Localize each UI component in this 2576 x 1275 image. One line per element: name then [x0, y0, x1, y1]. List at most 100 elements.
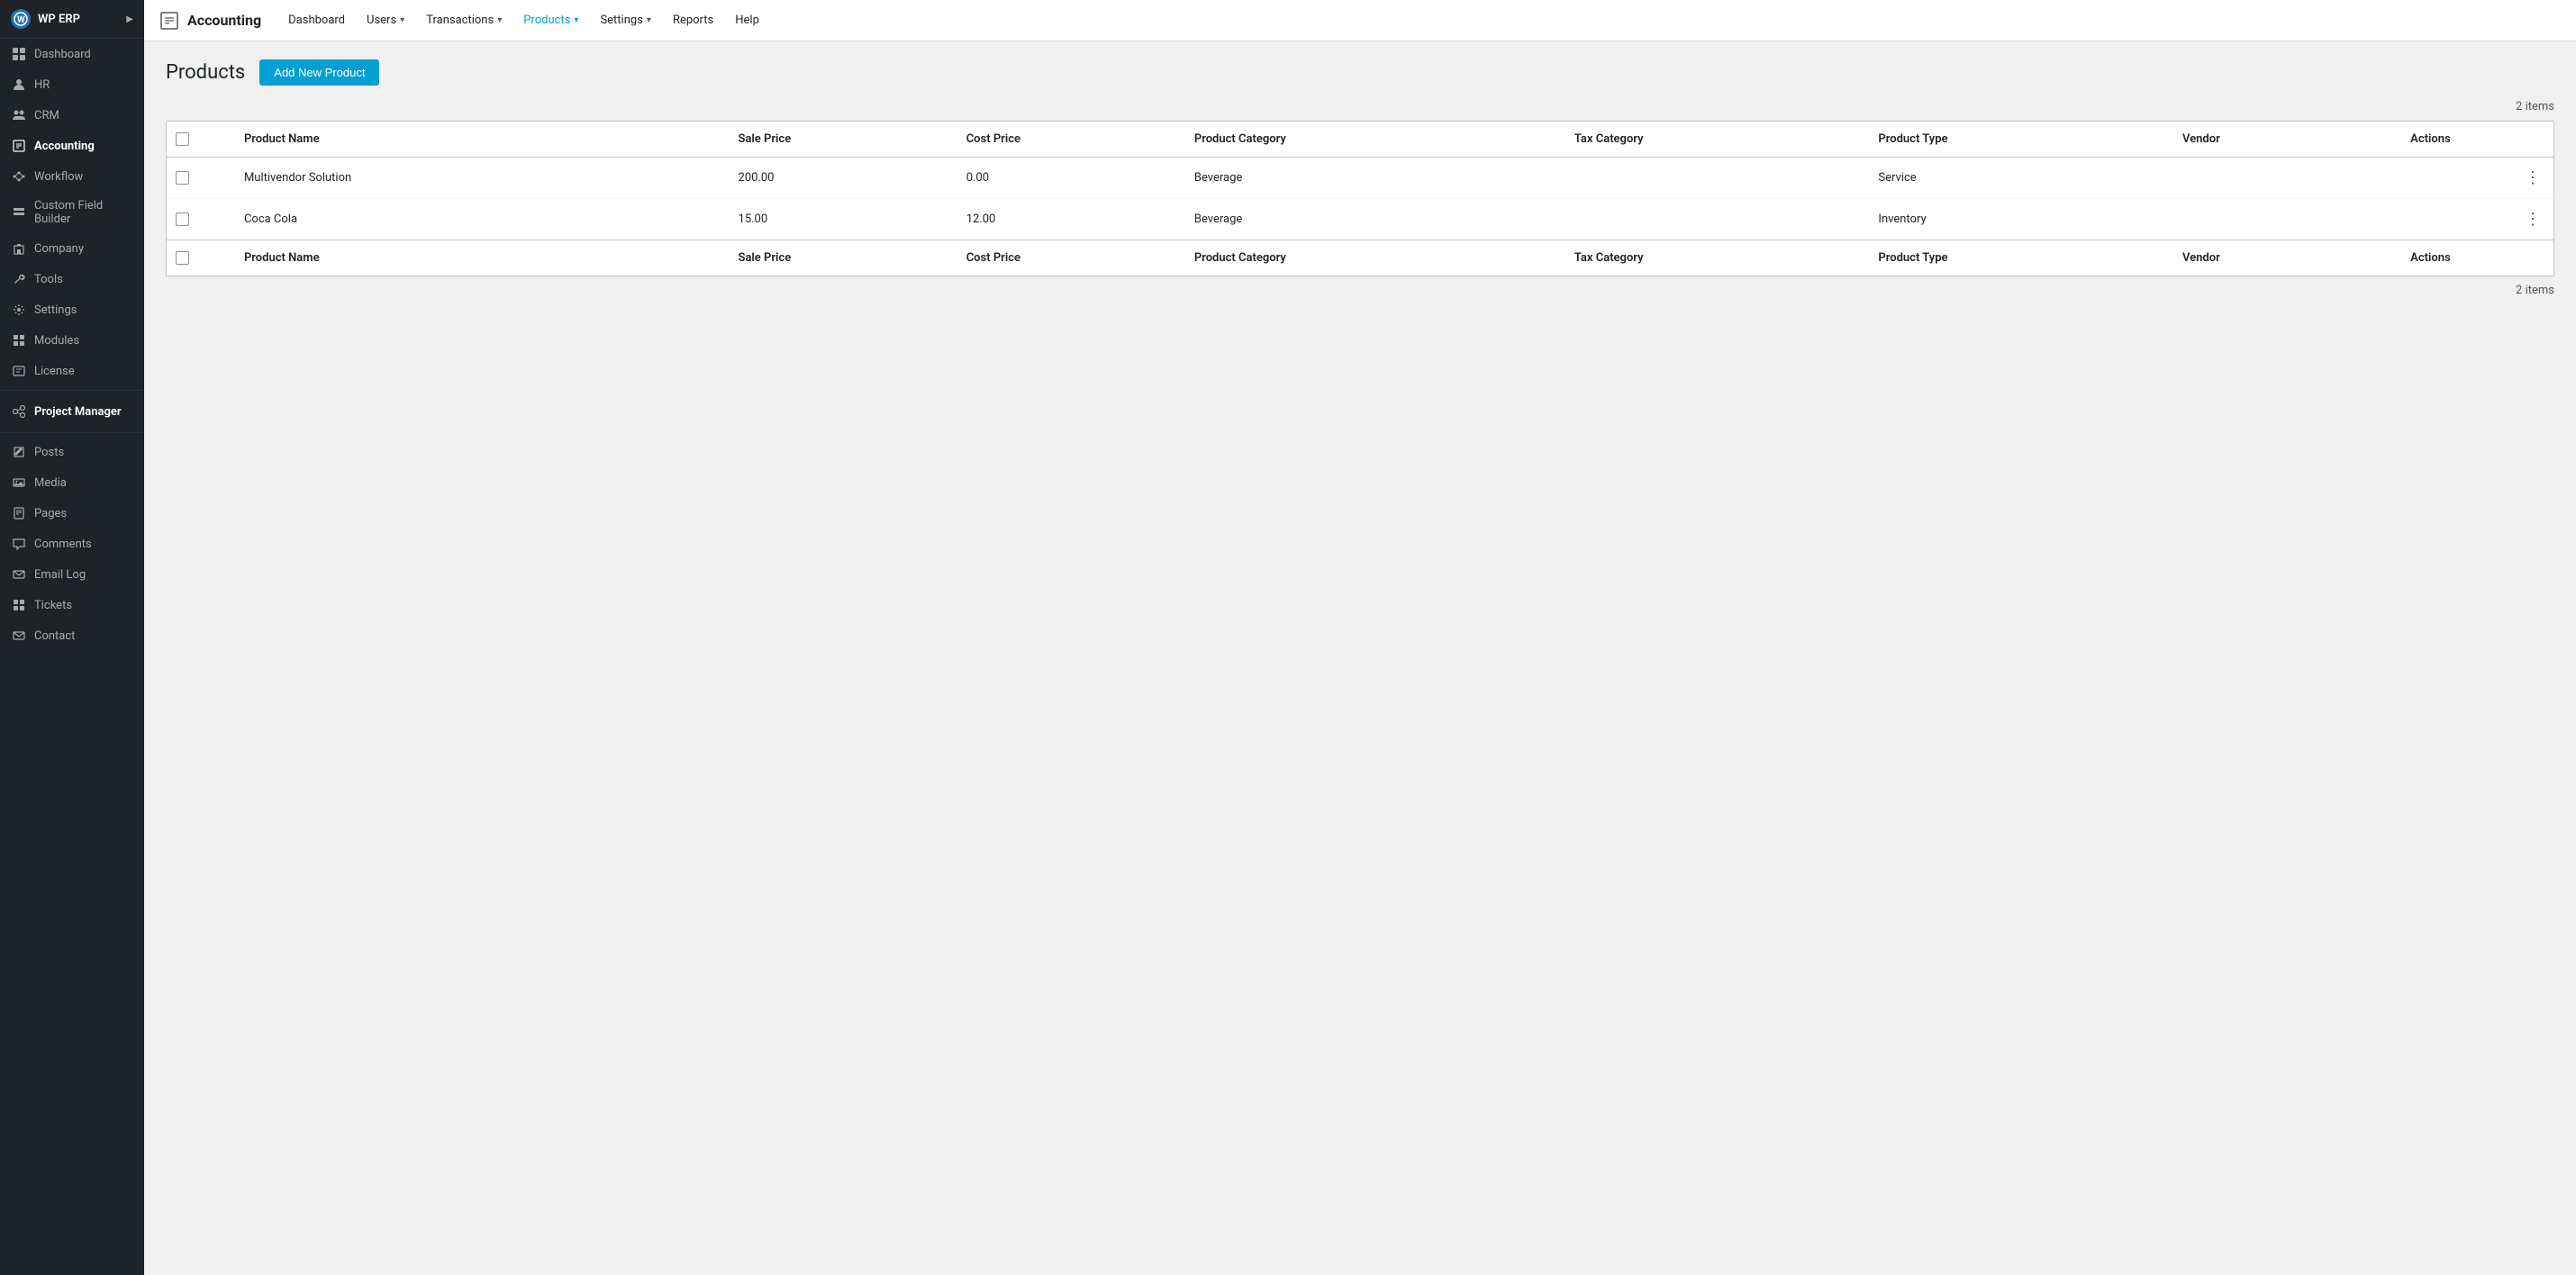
row1-actions: ⋮ — [2401, 158, 2553, 199]
sidebar-item-comments[interactable]: Comments — [0, 529, 144, 559]
header-checkbox-cell — [167, 122, 235, 158]
users-chevron-icon: ▾ — [400, 15, 404, 25]
sidebar-item-dashboard[interactable]: Dashboard — [0, 39, 144, 69]
sidebar-item-email-log[interactable]: Email Log — [0, 559, 144, 590]
header-product-name: Product Name — [235, 122, 730, 158]
sidebar-item-media[interactable]: Media — [0, 467, 144, 498]
sidebar-item-license-label: License — [34, 365, 75, 378]
topnav-item-reports[interactable]: Reports — [664, 8, 722, 32]
comments-icon — [11, 536, 27, 552]
table-header-row: Product Name Sale Price Cost Price Produ… — [167, 122, 2553, 158]
topnav-users-label: Users — [367, 14, 396, 27]
row2-product-type: Inventory — [1869, 199, 2173, 240]
header-product-category: Product Category — [1185, 122, 1565, 158]
footer-product-type: Product Type — [1869, 240, 2173, 276]
sidebar-item-company[interactable]: Company — [0, 233, 144, 264]
topnav-settings-label: Settings — [600, 14, 642, 27]
accounting-brand-icon — [159, 10, 180, 32]
sidebar-item-company-label: Company — [34, 242, 84, 256]
row1-actions-menu-button[interactable]: ⋮ — [2410, 168, 2544, 187]
project-manager-icon — [11, 403, 27, 420]
topnav-products-label: Products — [523, 14, 570, 27]
topnav-item-transactions[interactable]: Transactions ▾ — [417, 8, 511, 32]
topnav-item-dashboard[interactable]: Dashboard — [279, 8, 354, 32]
sidebar-item-crm-label: CRM — [34, 109, 59, 122]
topnav-transactions-label: Transactions — [426, 14, 494, 27]
topnav-brand: Accounting — [159, 10, 261, 32]
sidebar: W WP ERP ▶ Dashboard HR CRM Accounting W… — [0, 0, 144, 1275]
sidebar-item-modules[interactable]: Modules — [0, 325, 144, 356]
sidebar-item-crm[interactable]: CRM — [0, 100, 144, 131]
footer-checkbox-cell — [167, 240, 235, 276]
row2-actions: ⋮ — [2401, 199, 2553, 240]
page-header: Products Add New Product — [166, 59, 2554, 86]
row2-checkbox-cell — [167, 199, 235, 240]
workflow-icon — [11, 168, 27, 185]
content-area: Products Add New Product 2 items Product… — [144, 41, 2576, 1275]
row2-tax-category — [1565, 199, 1870, 240]
topnav-item-settings[interactable]: Settings ▾ — [591, 8, 660, 32]
row1-sale-price: 200.00 — [730, 158, 957, 199]
row1-checkbox[interactable] — [176, 171, 189, 185]
sidebar-item-media-label: Media — [34, 476, 67, 490]
sidebar-item-tickets-label: Tickets — [34, 599, 72, 612]
company-icon — [11, 240, 27, 257]
select-all-checkbox[interactable] — [176, 132, 189, 146]
row1-cost-price: 0.00 — [957, 158, 1185, 199]
footer-select-all-checkbox[interactable] — [176, 251, 189, 265]
sidebar-item-pages[interactable]: Pages — [0, 498, 144, 529]
sidebar-item-license[interactable]: License — [0, 356, 144, 386]
sidebar-item-hr[interactable]: HR — [0, 69, 144, 100]
sidebar-item-tools-label: Tools — [34, 273, 63, 286]
sidebar-item-dashboard-label: Dashboard — [34, 48, 91, 61]
contact-icon — [11, 628, 27, 644]
modules-icon — [11, 332, 27, 348]
row2-cost-price: 12.00 — [957, 199, 1185, 240]
sidebar-item-custom-field-builder[interactable]: Custom Field Builder — [0, 192, 144, 233]
row1-vendor — [2173, 158, 2401, 199]
sidebar-header[interactable]: W WP ERP ▶ — [0, 0, 144, 39]
email-log-icon — [11, 566, 27, 583]
topnav-item-products[interactable]: Products ▾ — [514, 8, 587, 32]
sidebar-item-settings[interactable]: Settings — [0, 294, 144, 325]
sidebar-item-workflow[interactable]: Workflow — [0, 161, 144, 192]
sidebar-item-contact[interactable]: Contact — [0, 620, 144, 651]
topnav-brand-text: Accounting — [187, 12, 261, 29]
sidebar-item-settings-label: Settings — [34, 303, 77, 317]
row2-sale-price: 15.00 — [730, 199, 957, 240]
sidebar-item-accounting[interactable]: Accounting — [0, 131, 144, 161]
header-actions: Actions — [2401, 122, 2553, 158]
products-table-container: Product Name Sale Price Cost Price Produ… — [166, 121, 2554, 276]
header-product-type: Product Type — [1869, 122, 2173, 158]
sidebar-item-hr-label: HR — [34, 78, 50, 92]
sidebar-item-accounting-label: Accounting — [34, 140, 95, 153]
hr-icon — [11, 77, 27, 93]
row2-checkbox[interactable] — [176, 212, 189, 226]
add-new-product-button[interactable]: Add New Product — [259, 59, 379, 86]
sidebar-item-posts-label: Posts — [34, 446, 64, 459]
crm-icon — [11, 107, 27, 123]
items-count-bottom: 2 items — [166, 284, 2554, 297]
sidebar-item-custom-field-label: Custom Field Builder — [34, 199, 133, 226]
main-content: Accounting Dashboard Users ▾ Transaction… — [144, 0, 2576, 1275]
row2-category: Beverage — [1185, 199, 1565, 240]
topnav-item-help[interactable]: Help — [726, 8, 768, 32]
tools-icon — [11, 271, 27, 287]
page-title: Products — [166, 61, 245, 84]
sidebar-item-posts[interactable]: Posts — [0, 437, 144, 467]
row2-actions-menu-button[interactable]: ⋮ — [2410, 210, 2544, 229]
topnav-item-users[interactable]: Users ▾ — [358, 8, 413, 32]
sidebar-item-comments-label: Comments — [34, 538, 92, 551]
footer-actions: Actions — [2401, 240, 2553, 276]
row2-vendor — [2173, 199, 2401, 240]
svg-text:W: W — [17, 15, 25, 25]
sidebar-item-tickets[interactable]: Tickets — [0, 590, 144, 620]
settings-chevron-icon: ▾ — [647, 15, 651, 25]
sidebar-item-project-manager[interactable]: Project Manager — [0, 394, 144, 429]
sidebar-divider — [0, 390, 144, 391]
row1-category: Beverage — [1185, 158, 1565, 199]
sidebar-brand-label: WP ERP — [38, 13, 80, 26]
top-nav: Accounting Dashboard Users ▾ Transaction… — [144, 0, 2576, 41]
topnav-help-label: Help — [735, 14, 759, 27]
sidebar-item-tools[interactable]: Tools — [0, 264, 144, 294]
